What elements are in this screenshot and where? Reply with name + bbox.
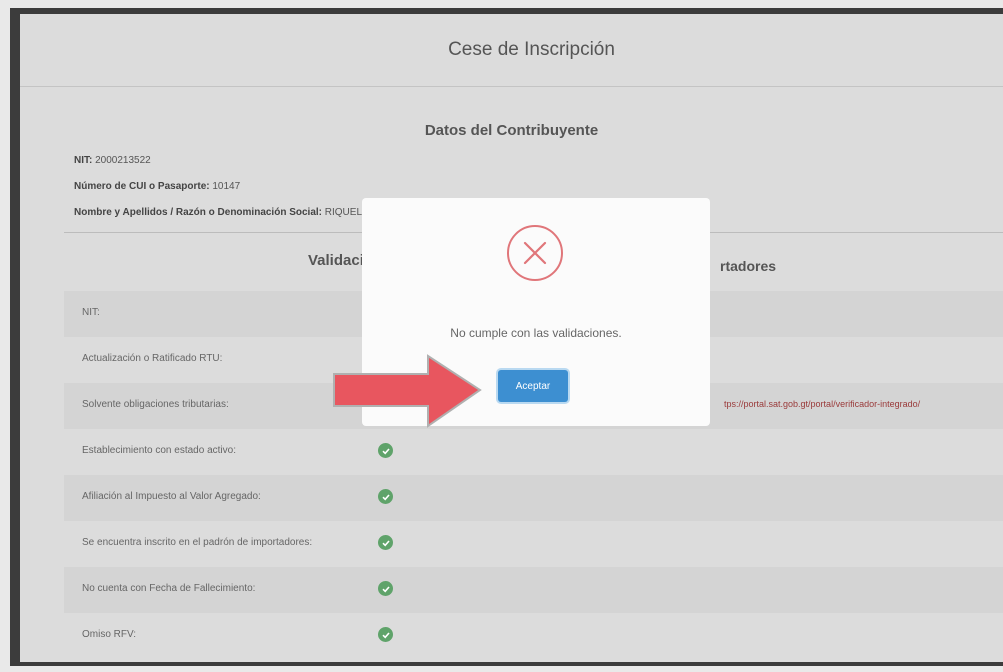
arrow-icon xyxy=(333,354,482,428)
validation-row: Afiliación al Impuesto al Valor Agregado… xyxy=(64,475,1003,521)
check-icon xyxy=(378,581,393,596)
error-x-icon xyxy=(507,225,563,281)
check-icon xyxy=(378,627,393,642)
validation-label: Establecimiento con estado activo: xyxy=(82,445,236,456)
cui-label: Número de CUI o Pasaporte: xyxy=(74,181,210,192)
validation-label: NIT: xyxy=(82,307,100,318)
validation-row: Se encuentra inscrito en el padrón de im… xyxy=(64,521,1003,567)
check-icon xyxy=(378,535,393,550)
check-icon xyxy=(378,489,393,504)
name-label: Nombre y Apellidos / Razón o Denominació… xyxy=(74,207,322,218)
validation-label: Omiso RFV: xyxy=(82,629,137,640)
validation-label: Se encuentra inscrito en el padrón de im… xyxy=(82,537,313,548)
cui-info: Número de CUI o Pasaporte: 10147 xyxy=(74,181,240,192)
validation-label: Afiliación al Impuesto al Valor Agregado… xyxy=(82,491,261,502)
validation-row: No cuenta con Fecha de Fallecimiento: xyxy=(64,567,1003,613)
cui-value: 10147 xyxy=(212,181,241,192)
accept-button[interactable]: Aceptar xyxy=(498,370,568,402)
validation-label: No cuenta con Fecha de Fallecimiento: xyxy=(82,583,256,594)
modal-message: No cumple con las validaciones. xyxy=(450,326,622,340)
page-header: Cese de Inscripción xyxy=(20,14,1003,87)
validation-label: Solvente obligaciones tributarias: xyxy=(82,399,229,410)
check-icon xyxy=(378,443,393,458)
nit-label: NIT: xyxy=(74,155,93,166)
validations-title-right: rtadores xyxy=(720,258,777,274)
nit-value: 2000213522 xyxy=(95,155,151,166)
section-title: Datos del Contribuyente xyxy=(424,122,599,139)
verifier-link[interactable]: tps://portal.sat.gob.gt/portal/verificad… xyxy=(724,399,920,409)
validation-row: Establecimiento con estado activo: xyxy=(64,429,1003,475)
validation-label: Actualización o Ratificado RTU: xyxy=(82,353,223,364)
page-title: Cese de Inscripción xyxy=(448,39,615,60)
nit-info: NIT: 2000213522 xyxy=(74,155,151,166)
validation-row: Omiso RFV: xyxy=(64,613,1003,659)
name-info: Nombre y Apellidos / Razón o Denominació… xyxy=(74,207,393,218)
